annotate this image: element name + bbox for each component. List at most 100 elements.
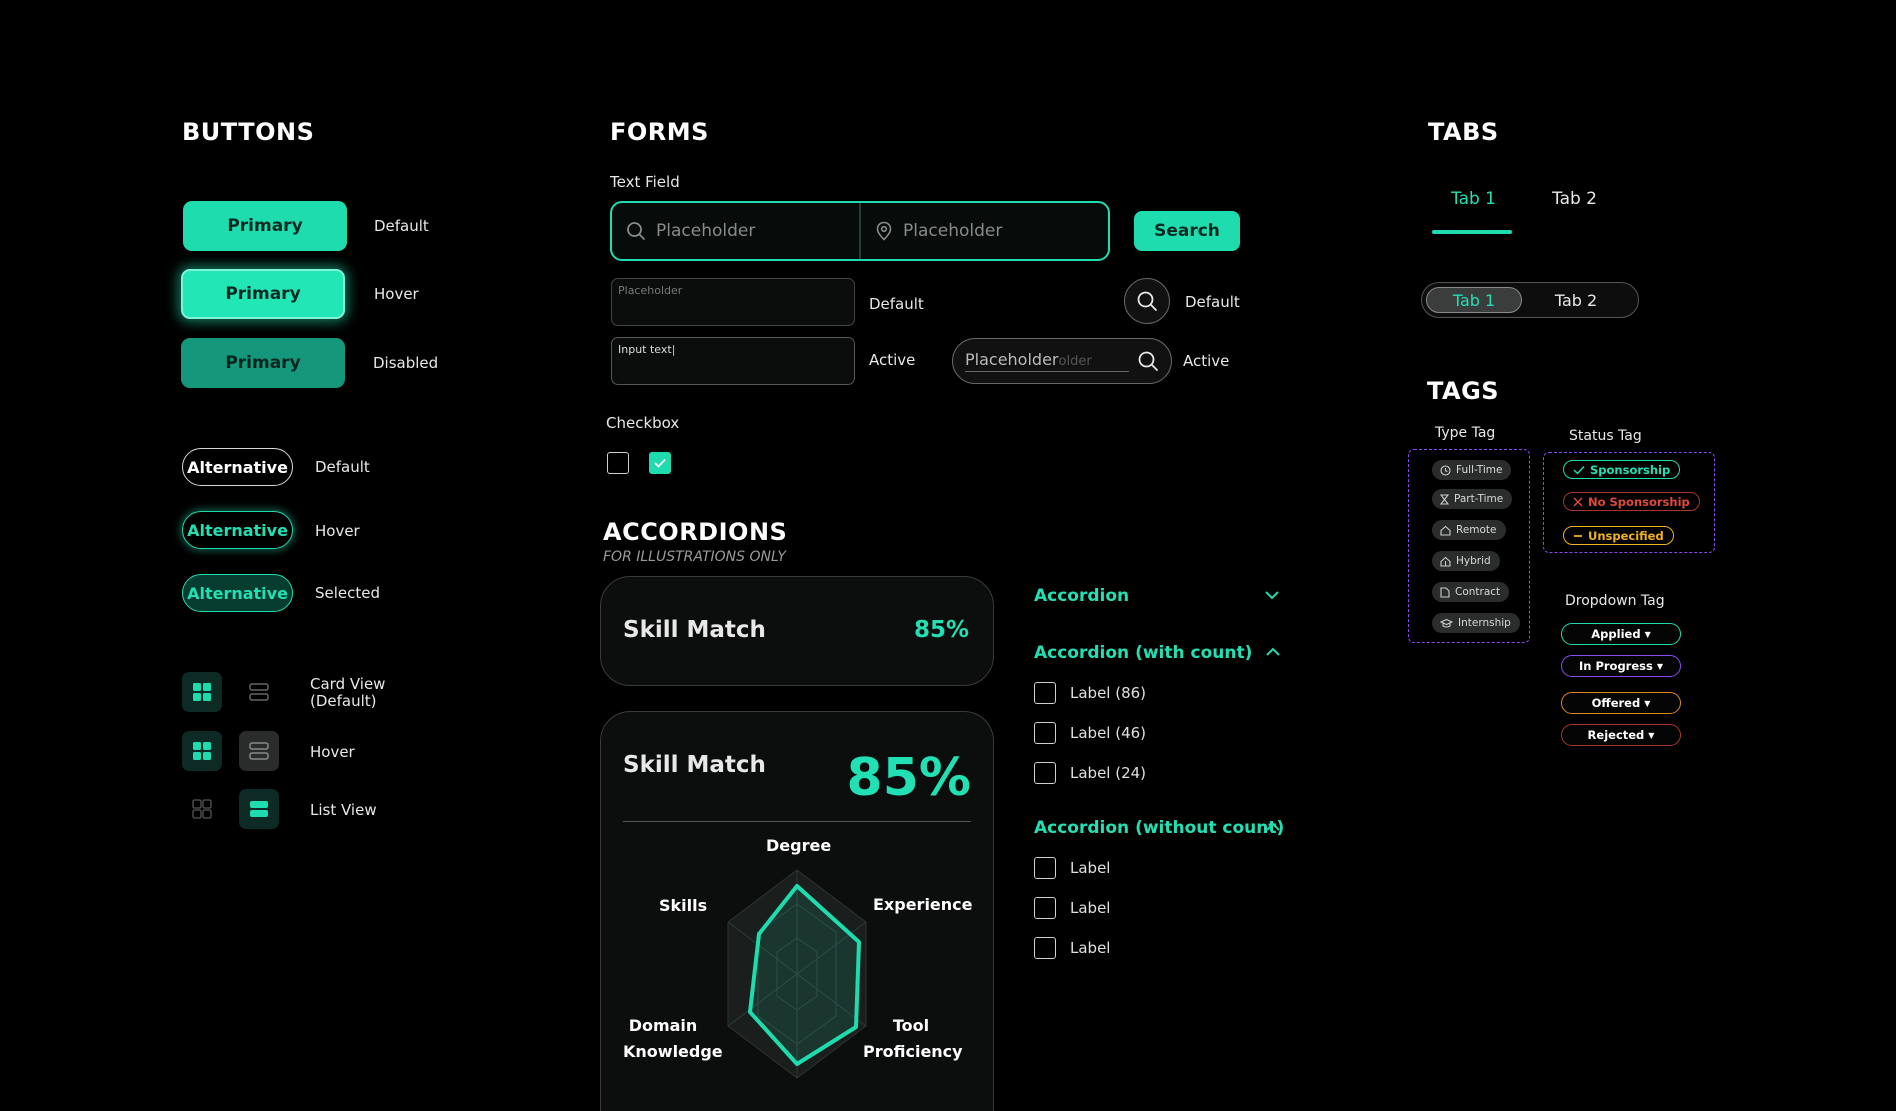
list-view-button-hover[interactable] [239, 731, 279, 771]
accordion-item[interactable]: Label (46) [1034, 722, 1146, 744]
checkbox-checked[interactable] [649, 452, 671, 474]
location-field[interactable]: Placeholder [861, 203, 1108, 259]
accordion-item-label: Label [1070, 859, 1111, 877]
type-tag: Contract [1432, 582, 1510, 602]
list-icon [250, 801, 268, 817]
keyword-field[interactable]: Placeholder [612, 203, 859, 259]
status-tag-text: Sponsorship [1590, 462, 1671, 477]
dropdown-tag-applied[interactable]: Applied ▼ [1561, 623, 1681, 645]
card-view-button[interactable] [182, 672, 222, 712]
checkbox[interactable] [1034, 897, 1056, 919]
card-view-label: Card View [310, 675, 386, 693]
dropdown-tag-text: Applied [1591, 627, 1641, 641]
checkbox-unchecked[interactable] [607, 452, 629, 474]
radar-label-line: Knowledge [623, 1042, 723, 1061]
tab-2-underline[interactable]: Tab 2 [1552, 189, 1597, 209]
accordion-item[interactable]: Label (24) [1034, 762, 1146, 784]
hybrid-home-icon [1440, 556, 1451, 567]
card-view-button[interactable] [182, 731, 222, 771]
clock-icon [1440, 464, 1451, 476]
status-tag-sponsorship: Sponsorship [1563, 460, 1681, 479]
type-tag-text: Hybrid [1456, 555, 1491, 567]
accordions-subheading: FOR ILLUSTRATIONS ONLY [603, 549, 786, 565]
type-tag-text: Full-Time [1456, 464, 1503, 476]
pill-tab-2[interactable]: Tab 2 [1528, 291, 1624, 310]
text-input-active[interactable]: Input text| [611, 337, 855, 385]
card-view-button[interactable] [182, 789, 222, 829]
search-icon [1137, 291, 1157, 311]
state-label: Default [1185, 293, 1240, 311]
skill-match-card-collapsed[interactable]: Skill Match 85% [600, 576, 994, 686]
type-tag: Full-Time [1432, 460, 1512, 480]
search-icon [1138, 351, 1158, 371]
state-label: Disabled [373, 354, 439, 372]
state-label: Hover [374, 285, 419, 303]
checkbox[interactable] [1034, 937, 1056, 959]
list-view-button[interactable] [239, 672, 279, 712]
alternative-button-selected[interactable]: Alternative [182, 574, 293, 612]
search-placeholder: Placeholder [965, 350, 1059, 369]
view-state-label: Hover [310, 743, 355, 761]
state-label: Selected [315, 584, 381, 602]
type-tag-text: Remote [1456, 524, 1497, 536]
caret-down-icon: ▼ [1644, 629, 1651, 639]
tab-1-underline[interactable]: Tab 1 [1451, 189, 1496, 209]
keyword-placeholder: Placeholder [656, 221, 756, 241]
status-tag-text: No Sponsorship [1588, 494, 1690, 509]
skill-match-title: Skill Match [623, 752, 766, 778]
checkbox[interactable] [1034, 857, 1056, 879]
type-tag: Hybrid [1432, 551, 1500, 571]
radar-label-line: Domain [628, 1016, 698, 1035]
accordion-item-label: Label [1070, 899, 1111, 917]
alternative-button-default[interactable]: Alternative [182, 448, 293, 486]
view-state-label: Card View (Default) [310, 676, 385, 710]
pill-tabs: Tab 1 Tab 2 [1421, 282, 1639, 318]
pill-tab-1[interactable]: Tab 1 [1426, 287, 1522, 313]
skill-match-value-large: 85% [846, 748, 971, 808]
radar-label-skills: Skills [659, 896, 708, 915]
list-view-button-selected[interactable] [239, 789, 279, 829]
dropdown-tag-in-progress[interactable]: In Progress ▼ [1561, 655, 1681, 677]
chevron-up-icon[interactable] [1265, 646, 1281, 658]
chevron-down-icon[interactable] [1264, 589, 1280, 601]
accordion-with-count-title[interactable]: Accordion (with count) [1034, 643, 1252, 663]
accordion-item[interactable]: Label [1034, 857, 1110, 879]
dash-icon [1574, 534, 1582, 537]
search-button[interactable]: Search [1134, 211, 1240, 251]
dropdown-tag-offered[interactable]: Offered ▼ [1561, 692, 1681, 714]
radar-label-tool-proficiency: Tool Proficiency [863, 1013, 963, 1065]
primary-button-disabled[interactable]: Primary [181, 338, 345, 388]
accordion-item[interactable]: Label [1034, 897, 1110, 919]
chevron-up-icon[interactable] [1265, 821, 1281, 833]
accordion-without-count-title[interactable]: Accordion (without count) [1034, 818, 1284, 838]
radar-label-experience: Experience [873, 895, 973, 914]
checkbox[interactable] [1034, 682, 1056, 704]
state-label: Default [374, 217, 429, 235]
accordion-plain-title[interactable]: Accordion [1034, 586, 1129, 606]
checkbox[interactable] [1034, 762, 1056, 784]
state-label: Active [869, 351, 916, 369]
accordion-item[interactable]: Label (86) [1034, 682, 1146, 704]
state-label: Hover [315, 522, 360, 540]
expanded-search-active[interactable]: Placeholderolder [952, 338, 1172, 384]
alternative-button-hover[interactable]: Alternative [182, 511, 293, 549]
primary-button-default[interactable]: Primary [183, 201, 347, 251]
type-tag-text: Contract [1455, 586, 1501, 598]
primary-button-hover[interactable]: Primary [181, 269, 345, 319]
text-input-default[interactable]: Placeholder [611, 278, 855, 326]
radar-label-degree: Degree [766, 836, 832, 855]
grid-icon [193, 742, 211, 760]
icon-search-button-default[interactable] [1124, 278, 1170, 324]
type-tag-text: Internship [1458, 617, 1511, 629]
divider [623, 821, 971, 822]
search-ghost-text: older [1058, 354, 1092, 369]
status-tag-unspecified: Unspecified [1563, 526, 1674, 545]
skill-match-value: 85% [913, 617, 969, 643]
checkbox[interactable] [1034, 722, 1056, 744]
dropdown-tag-rejected[interactable]: Rejected ▼ [1561, 724, 1681, 746]
skill-match-card-expanded[interactable]: Skill Match 85% Degree Experience Skills… [600, 711, 994, 1111]
text-field-label: Text Field [610, 173, 680, 191]
accordion-item[interactable]: Label [1034, 937, 1110, 959]
tags-heading: TAGS [1427, 377, 1500, 405]
skill-radar-chart [727, 869, 867, 1079]
